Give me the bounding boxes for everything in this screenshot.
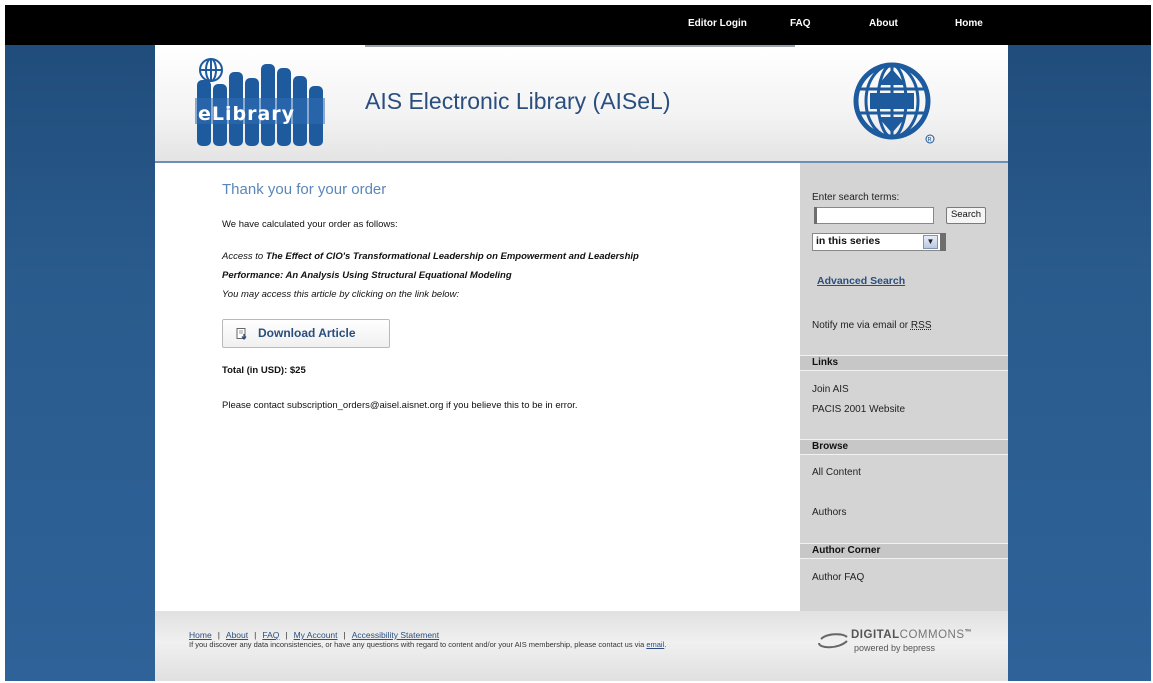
footer-link-my-account[interactable]: My Account	[294, 630, 338, 640]
svg-text:R: R	[928, 137, 932, 144]
search-scope-shadow	[940, 233, 946, 251]
search-input-shadow	[814, 207, 817, 224]
site-header: eLibrary AIS Electronic Library (AISeL)	[155, 45, 1008, 163]
sidebar-link-author-faq[interactable]: Author FAQ	[812, 572, 864, 583]
links-heading: Links	[812, 357, 839, 368]
site-title: AIS Electronic Library (AISeL)	[365, 88, 671, 114]
search-input[interactable]	[814, 207, 934, 224]
contact-notice: Please contact subscription_orders@aisel…	[222, 400, 578, 411]
search-button[interactable]: Search	[946, 207, 986, 224]
nav-faq-link[interactable]: FAQ	[790, 18, 811, 29]
digital-commons-light: COMMONS	[899, 629, 965, 641]
advanced-search-link[interactable]: Advanced Search	[817, 275, 905, 287]
notify-line: Notify me via email or RSS	[812, 320, 931, 331]
search-scope-value: in this series	[816, 235, 881, 247]
notify-email-link[interactable]: Notify me via email or	[812, 320, 911, 331]
footer-note-text: If you discover any data inconsistencies…	[189, 640, 647, 649]
download-article-button[interactable]: Download Article	[222, 319, 390, 348]
footer-note: If you discover any data inconsistencies…	[189, 640, 666, 649]
author-corner-heading: Author Corner	[812, 545, 881, 556]
footer-email-link[interactable]: email	[646, 640, 664, 649]
sidebar-link-all-content[interactable]: All Content	[812, 467, 861, 478]
powered-by-bepress: powered by bepress	[854, 643, 936, 653]
nav-editor-login-link[interactable]: Editor Login	[688, 18, 747, 29]
author-corner-section-header: Author Corner	[800, 543, 1008, 559]
browse-section-header: Browse	[800, 439, 1008, 455]
footer-separator: |	[254, 630, 257, 640]
search-scope-select[interactable]: in this series ▼	[812, 233, 941, 251]
page-container: eLibrary AIS Electronic Library (AISeL)	[155, 45, 1008, 681]
links-section-header: Links	[800, 355, 1008, 371]
access-prefix: Access to	[222, 251, 266, 262]
page-background: Editor Login FAQ About Home eLibrary AIS…	[5, 5, 1151, 681]
digital-commons-swoosh-icon	[818, 633, 848, 649]
digital-commons-logo[interactable]: DIGITALCOMMONS™ powered by bepress	[817, 627, 997, 657]
main-content: Thank you for your order We have calcula…	[155, 163, 799, 611]
footer-link-home[interactable]: Home	[189, 630, 212, 640]
download-article-label: Download Article	[258, 326, 356, 340]
browse-heading: Browse	[812, 441, 849, 452]
order-calculation-text: We have calculated your order as follows…	[222, 219, 398, 230]
footer-link-accessibility[interactable]: Accessibility Statement	[352, 630, 439, 640]
nav-about-link[interactable]: About	[869, 18, 898, 29]
digital-commons-wordmark: DIGITALCOMMONS™	[851, 629, 972, 641]
order-total: Total (in USD): $25	[222, 365, 306, 376]
search-label: Enter search terms:	[812, 192, 900, 203]
sidebar-link-pacis-website[interactable]: PACIS 2001 Website	[812, 404, 905, 415]
article-title-line2: Performance: An Analysis Using Structura…	[222, 270, 512, 281]
sidebar-link-join-ais[interactable]: Join AIS	[812, 384, 849, 395]
sidebar-link-authors[interactable]: Authors	[812, 507, 846, 518]
article-access-line: Access to The Effect of CIO's Transforma…	[222, 251, 639, 262]
rss-link[interactable]: RSS	[911, 320, 932, 331]
access-instructions: You may access this article by clicking …	[222, 289, 460, 300]
footer-link-about[interactable]: About	[226, 630, 248, 640]
footer-link-faq[interactable]: FAQ	[262, 630, 279, 640]
nav-home-link[interactable]: Home	[955, 18, 983, 29]
site-footer: Home | About | FAQ | My Account | Accessibility …	[155, 611, 1008, 681]
trademark-symbol: ™	[964, 629, 972, 636]
footer-separator: |	[343, 630, 346, 640]
elibrary-logo[interactable]: eLibrary	[195, 58, 325, 146]
footer-separator: |	[217, 630, 220, 640]
download-icon	[236, 328, 247, 340]
elibrary-logo-text: eLibrary	[198, 103, 295, 125]
page-title: Thank you for your order	[222, 181, 387, 198]
top-navigation-bar: Editor Login FAQ About Home	[5, 5, 1151, 45]
footer-links: Home | About | FAQ | My Account | Accessibility …	[189, 630, 439, 640]
footer-note-suffix: .	[664, 640, 667, 649]
chevron-down-icon[interactable]: ▼	[923, 235, 938, 249]
header-divider	[365, 45, 795, 47]
footer-separator: |	[285, 630, 288, 640]
article-title-line1: The Effect of CIO's Transformational Lea…	[265, 251, 639, 262]
ais-globe-logo[interactable]: R	[848, 55, 940, 151]
sidebar: Enter search terms: Search in this serie…	[800, 163, 1008, 611]
digital-commons-bold: DIGITAL	[851, 629, 900, 641]
